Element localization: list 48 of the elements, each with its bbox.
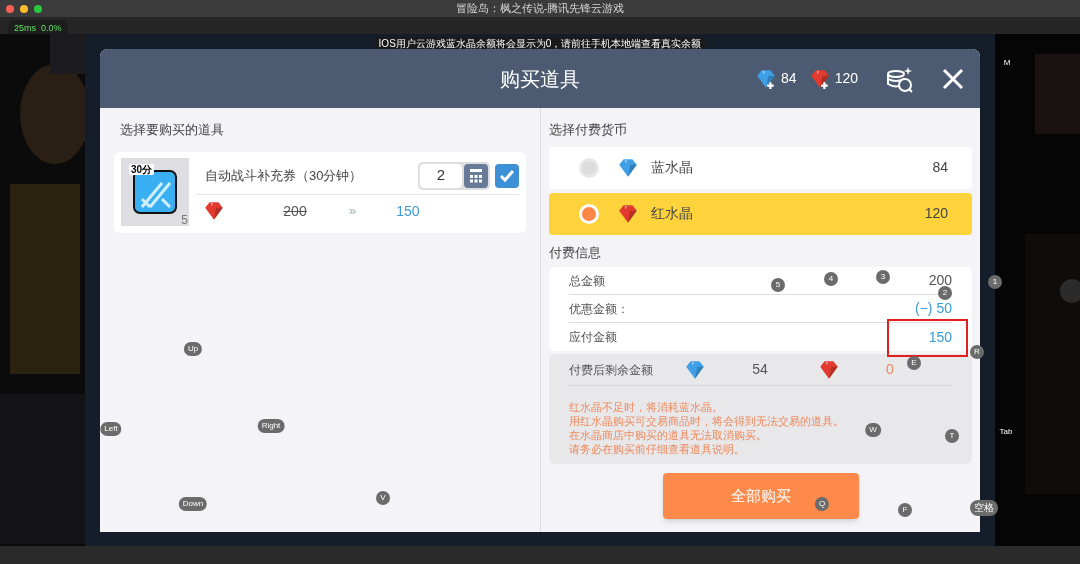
gem-icon: [203, 200, 225, 222]
remaining-label: 付费后剩余金额: [569, 361, 654, 379]
notice-line: 请务必在购买前仔细查看道具说明。: [569, 442, 745, 456]
key-hint[interactable]: W: [865, 423, 881, 437]
payment-label: 总金额: [569, 272, 605, 290]
section-heading: 付费信息: [549, 243, 602, 262]
notice-toast: IOS用户云游戏蓝水晶余额将会显示为0，请前往手机本地端查看真实余额: [374, 37, 706, 49]
section-heading: 选择要购买的道具: [119, 121, 225, 139]
section-heading: 选择付费货币: [549, 121, 628, 139]
key-hint[interactable]: 空格: [970, 500, 998, 516]
notice-line: 在水晶商店中购买的道具无法取消购买。: [569, 428, 767, 442]
price-arrow: »: [349, 202, 357, 221]
discounted-price: 150: [396, 201, 420, 221]
payment-value: (−) 50: [915, 299, 952, 318]
dialog-title: 购买道具: [500, 66, 580, 92]
item-name: 自动战斗补充券（30分钟）: [204, 166, 364, 185]
close-icon[interactable]: [942, 67, 964, 90]
item-stack-count: 5: [181, 214, 188, 226]
balance-amount: 84: [781, 69, 797, 88]
zoom-window-button[interactable]: [34, 4, 42, 13]
remaining-amount: 0: [886, 360, 894, 379]
calculator-icon[interactable]: [464, 163, 488, 188]
latency-stats: 25ms 0.0%: [8, 20, 68, 34]
notice-line: 用红水晶购买可交易商品时，将会得到无法交易的道具。: [569, 414, 844, 428]
currency-name: 红水晶: [651, 204, 693, 223]
currency-amount: 84: [932, 158, 948, 177]
item-duration-label: 30分: [129, 164, 155, 175]
payment-value: 150: [928, 327, 952, 347]
remaining-amount: 54: [752, 360, 768, 379]
item-checkbox[interactable]: [495, 163, 519, 188]
window-title: 冒险岛：枫之传说-腾讯先锋云游戏: [455, 2, 625, 15]
currency-option[interactable]: 蓝水晶 84: [549, 146, 972, 189]
minimize-window-button[interactable]: [20, 4, 28, 13]
close-window-button[interactable]: [6, 4, 14, 13]
key-hint[interactable]: M: [1003, 59, 1011, 67]
original-price: 200: [282, 201, 308, 221]
key-hint[interactable]: Right: [257, 419, 285, 433]
key-hint[interactable]: Tab: [999, 428, 1013, 436]
payment-label: 优惠金额：: [569, 300, 629, 318]
key-hint[interactable]: Down: [178, 497, 208, 511]
balance-amount: 120: [834, 69, 858, 88]
payment-label: 应付金额: [569, 329, 617, 346]
notice-line: 红水晶不足时，将消耗蓝水晶。: [569, 400, 723, 414]
currency-name: 蓝水晶: [651, 158, 693, 177]
currency-amount: 120: [924, 204, 948, 223]
radio-button[interactable]: [579, 157, 599, 178]
currency-option[interactable]: 红水晶 120: [549, 192, 972, 235]
quantity-field[interactable]: 2: [418, 161, 490, 190]
